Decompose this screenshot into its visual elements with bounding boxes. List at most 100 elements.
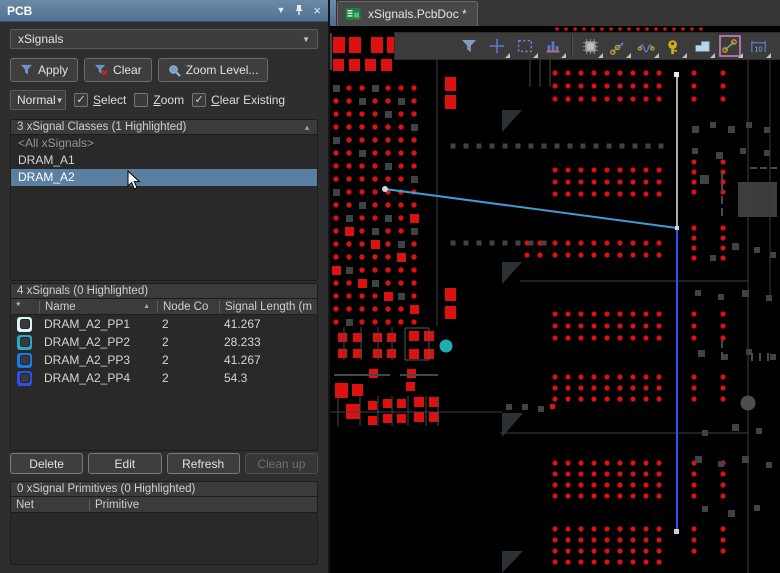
polygon-plane-tool[interactable] bbox=[688, 33, 716, 59]
dropdown-corner-icon bbox=[598, 53, 603, 58]
xsignal-name: DRAM_A2_PP4 bbox=[39, 371, 157, 385]
xsignal-name: DRAM_A2_PP2 bbox=[39, 335, 157, 349]
key-icon bbox=[665, 37, 684, 56]
zoom-level-button-label: Zoom Level... bbox=[186, 63, 259, 77]
filter-icon bbox=[20, 64, 33, 76]
primitives-header-label: 0 xSignal Primitives (0 Highlighted) bbox=[17, 483, 195, 495]
classes-section-header[interactable]: 3 xSignal Classes (1 Highlighted) ▲ bbox=[10, 119, 318, 135]
component-tool[interactable] bbox=[576, 33, 604, 59]
xsignal-length: 54.3 bbox=[219, 371, 317, 385]
clear-existing-checkbox-label: Clear Existing bbox=[211, 93, 285, 107]
filter-button-row: Apply Clear Zoom Level... bbox=[10, 58, 318, 82]
xsignal-name: DRAM_A2_PP1 bbox=[39, 317, 157, 331]
panel-edge-strip bbox=[330, 0, 336, 26]
clean-up-button[interactable]: Clean up bbox=[245, 453, 318, 474]
panel-mode-value: xSignals bbox=[18, 32, 302, 46]
classes-header-label: 3 xSignal Classes (1 Highlighted) bbox=[17, 121, 186, 133]
svg-text:10: 10 bbox=[754, 45, 762, 53]
close-icon[interactable]: × bbox=[313, 4, 321, 17]
key-tool[interactable] bbox=[660, 33, 688, 59]
checkbox-box: ✓ bbox=[134, 93, 148, 107]
apply-button[interactable]: Apply bbox=[10, 58, 78, 82]
select-area-icon bbox=[516, 37, 534, 55]
primitives-table: Net Primitive bbox=[10, 497, 318, 565]
scope-select[interactable]: Normal ▼ bbox=[10, 90, 66, 110]
wave-tool[interactable] bbox=[632, 33, 660, 59]
chevron-down-icon: ▼ bbox=[56, 96, 64, 105]
document-tab-bar: xSignals.PcbDoc * bbox=[330, 0, 780, 26]
xsignal-length: 41.267 bbox=[219, 317, 317, 331]
class-item-dram-a1[interactable]: DRAM_A1 bbox=[11, 152, 317, 169]
crosshair-icon bbox=[488, 37, 506, 55]
xsignal-row[interactable]: DRAM_A2_PP4 2 54.3 bbox=[11, 369, 317, 387]
magnifier-icon bbox=[168, 64, 181, 77]
refresh-button[interactable]: Refresh bbox=[167, 453, 240, 474]
column-header-net[interactable]: Net bbox=[11, 499, 89, 511]
dropdown-corner-icon bbox=[654, 53, 659, 58]
pcbdoc-icon bbox=[345, 7, 362, 21]
document-tab[interactable]: xSignals.PcbDoc * bbox=[337, 1, 478, 26]
select-area-tool[interactable] bbox=[511, 33, 539, 59]
xsignal-measure-tool[interactable] bbox=[716, 33, 744, 59]
checkbox-box: ✓ bbox=[74, 93, 88, 107]
panel-menu-icon[interactable]: ▼ bbox=[276, 6, 285, 15]
column-header-star[interactable]: * bbox=[11, 301, 39, 313]
panel-mode-select[interactable]: xSignals ▼ bbox=[10, 29, 318, 49]
xsignals-table: * Name▲ Node Co Signal Length (m DRAM_A2… bbox=[10, 299, 318, 451]
apply-button-label: Apply bbox=[38, 63, 68, 77]
xsignal-nodes: 2 bbox=[157, 371, 219, 385]
dropdown-corner-icon bbox=[626, 53, 631, 58]
zoom-level-button[interactable]: Zoom Level... bbox=[158, 58, 269, 82]
select-checkbox-label: Select bbox=[93, 93, 126, 107]
dropdown-corner-icon bbox=[738, 53, 743, 58]
net-color-swatch[interactable] bbox=[17, 317, 32, 332]
crosshair-tool[interactable] bbox=[483, 33, 511, 59]
xsignal-length: 28.233 bbox=[219, 335, 317, 349]
class-item-all[interactable]: <All xSignals> bbox=[11, 135, 317, 152]
xsignal-nodes: 2 bbox=[157, 317, 219, 331]
clear-existing-checkbox[interactable]: ✓ Clear Existing bbox=[192, 93, 285, 107]
pcb-canvas[interactable] bbox=[330, 0, 780, 573]
xsignal-name: DRAM_A2_PP3 bbox=[39, 353, 157, 367]
xsignal-row[interactable]: DRAM_A2_PP1 2 41.267 bbox=[11, 315, 317, 333]
chevron-down-icon: ▼ bbox=[302, 35, 310, 44]
pcb-panel: PCB ▼ × xSignals ▼ Apply Clear bbox=[0, 0, 330, 573]
net-color-swatch[interactable] bbox=[17, 371, 32, 386]
column-header-length[interactable]: Signal Length (m bbox=[219, 301, 317, 313]
edit-button[interactable]: Edit bbox=[88, 453, 161, 474]
net-color-swatch[interactable] bbox=[17, 335, 32, 350]
delete-button[interactable]: Delete bbox=[10, 453, 83, 474]
filter-tool[interactable] bbox=[455, 33, 483, 59]
panel-body: xSignals ▼ Apply Clear Zoom Level... bbox=[0, 22, 328, 573]
dimension-tool[interactable]: 10 bbox=[744, 33, 772, 59]
xsignals-section-header[interactable]: 4 xSignals (0 Highlighted) bbox=[10, 283, 318, 299]
scope-value: Normal bbox=[17, 93, 56, 107]
primitives-section-header[interactable]: 0 xSignal Primitives (0 Highlighted) bbox=[10, 481, 318, 497]
class-item-dram-a2[interactable]: DRAM_A2 bbox=[11, 169, 317, 186]
clear-button[interactable]: Clear bbox=[84, 58, 152, 82]
xsignal-nodes: 2 bbox=[157, 353, 219, 367]
collapse-icon[interactable]: ▲ bbox=[303, 123, 311, 132]
column-chart-tool[interactable] bbox=[539, 33, 567, 59]
panel-titlebar: PCB ▼ × bbox=[0, 0, 328, 22]
zoom-checkbox[interactable]: ✓ Zoom bbox=[134, 93, 184, 107]
wave-icon bbox=[637, 37, 656, 56]
dropdown-corner-icon bbox=[533, 53, 538, 58]
net-color-swatch[interactable] bbox=[17, 353, 32, 368]
dropdown-corner-icon bbox=[505, 53, 510, 58]
zoom-checkbox-label: Zoom bbox=[153, 93, 184, 107]
checkbox-box: ✓ bbox=[192, 93, 206, 107]
pin-icon[interactable] bbox=[294, 4, 304, 18]
options-row: Normal ▼ ✓ Select ✓ Zoom ✓ Clear Existin… bbox=[10, 90, 318, 110]
column-header-nodecount[interactable]: Node Co bbox=[157, 301, 219, 313]
pcb-document-area: xSignals.PcbDoc * bbox=[330, 0, 780, 573]
column-header-primitive[interactable]: Primitive bbox=[89, 499, 317, 511]
sort-asc-icon: ▲ bbox=[143, 301, 152, 313]
select-checkbox[interactable]: ✓ Select bbox=[74, 93, 126, 107]
xsignal-row[interactable]: DRAM_A2_PP2 2 28.233 bbox=[11, 333, 317, 351]
xsignal-row[interactable]: DRAM_A2_PP3 2 41.267 bbox=[11, 351, 317, 369]
dropdown-corner-icon bbox=[682, 53, 687, 58]
document-tab-label: xSignals.PcbDoc * bbox=[368, 7, 467, 21]
route-tool[interactable] bbox=[604, 33, 632, 59]
column-header-name[interactable]: Name▲ bbox=[39, 301, 157, 313]
